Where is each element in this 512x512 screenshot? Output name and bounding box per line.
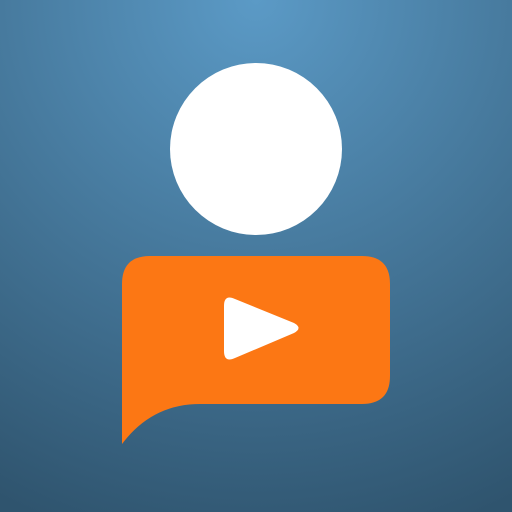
app-icon-graphic [0,0,512,512]
person-head-icon [170,63,342,235]
app-icon [0,0,512,512]
